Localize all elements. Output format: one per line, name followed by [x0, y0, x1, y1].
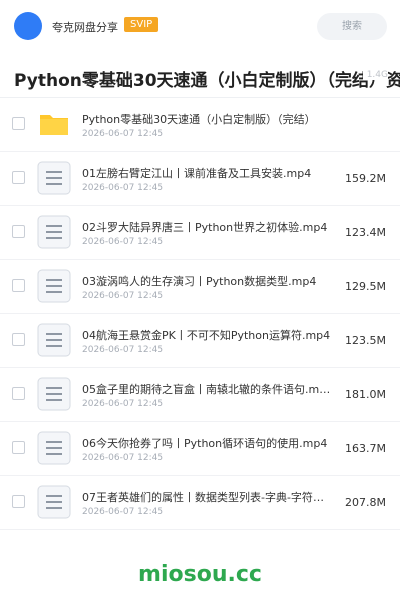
file-date: 2026-06-07 12:45 — [82, 345, 164, 355]
file-row[interactable]: 07王者英雄们的属性丨数据类型列表-字典-字符串.mp4 2026-06-07 1… — [0, 476, 400, 530]
file-size: 163.7M — [345, 442, 386, 455]
search-input[interactable]: 搜索 — [317, 13, 387, 40]
file-size: 123.4M — [345, 226, 386, 239]
file-date: 2026-06-07 12:45 — [82, 507, 164, 517]
row-checkbox[interactable] — [12, 117, 25, 130]
file-name[interactable]: 07王者英雄们的属性丨数据类型列表-字典-字符串.mp4 — [82, 489, 332, 505]
file-date: 2026-06-07 12:45 — [82, 129, 164, 139]
avatar[interactable] — [14, 12, 42, 40]
file-row[interactable]: 04航海王悬赏金PK丨不可不知Python运算符.mp4 2026-06-07 1… — [0, 314, 400, 368]
file-name[interactable]: 02斗罗大陆异界唐三丨Python世界之初体验.mp4 — [82, 219, 332, 235]
row-checkbox[interactable] — [12, 225, 25, 238]
row-checkbox[interactable] — [12, 333, 25, 346]
file-date: 2026-06-07 12:45 — [82, 399, 164, 409]
row-checkbox[interactable] — [12, 171, 25, 184]
share-title-row: Python零基础30天速通（小白定制版）（完结）资源 1.4G — [0, 52, 400, 98]
file-date: 2026-06-07 12:45 — [82, 183, 164, 193]
file-date: 2026-06-07 12:45 — [82, 291, 164, 301]
row-checkbox[interactable] — [12, 441, 25, 454]
document-icon — [37, 377, 71, 411]
file-size: 159.2M — [345, 172, 386, 185]
file-size: 207.8M — [345, 496, 386, 509]
file-row[interactable]: 02斗罗大陆异界唐三丨Python世界之初体验.mp4 2026-06-07 12… — [0, 206, 400, 260]
document-icon — [37, 485, 71, 519]
brand-name: 夸克网盘分享 — [52, 21, 118, 34]
file-size: 181.0M — [345, 388, 386, 401]
folder-row[interactable]: Python零基础30天速通（小白定制版）（完结） 2026-06-07 12:4… — [0, 98, 400, 152]
svip-badge[interactable]: SVIP — [124, 17, 159, 32]
file-name[interactable]: 03漩涡鸣人的生存演习丨Python数据类型.mp4 — [82, 273, 332, 289]
document-icon — [37, 323, 71, 357]
file-size: 129.5M — [345, 280, 386, 293]
top-bar: 夸克网盘分享 SVIP 搜索 — [0, 0, 400, 52]
file-name[interactable]: 04航海王悬赏金PK丨不可不知Python运算符.mp4 — [82, 327, 332, 343]
file-date: 2026-06-07 12:45 — [82, 453, 164, 463]
file-name[interactable]: 01左膀右臂定江山丨课前准备及工具安装.mp4 — [82, 165, 332, 181]
file-row[interactable]: 06今天你抢券了吗丨Python循环语句的使用.mp4 2026-06-07 12… — [0, 422, 400, 476]
document-icon — [37, 161, 71, 195]
row-checkbox[interactable] — [12, 279, 25, 292]
page-title: Python零基础30天速通（小白定制版）（完结）资源 — [14, 71, 400, 91]
file-list: Python零基础30天速通（小白定制版）（完结） 2026-06-07 12:4… — [0, 98, 400, 530]
file-row[interactable]: 05盒子里的期待之盲盒丨南辕北辙的条件语句.mp4 2026-06-07 12:4… — [0, 368, 400, 422]
row-checkbox[interactable] — [12, 387, 25, 400]
row-checkbox[interactable] — [12, 495, 25, 508]
file-name[interactable]: 06今天你抢券了吗丨Python循环语句的使用.mp4 — [82, 435, 332, 451]
document-icon — [37, 431, 71, 465]
file-name[interactable]: 05盒子里的期待之盲盒丨南辕北辙的条件语句.mp4 — [82, 381, 332, 397]
file-size: 123.5M — [345, 334, 386, 347]
file-name[interactable]: Python零基础30天速通（小白定制版）（完结） — [82, 111, 332, 127]
document-icon — [37, 215, 71, 249]
total-size: 1.4G — [362, 70, 388, 80]
folder-icon — [37, 107, 71, 141]
site-watermark: miosou.cc — [138, 562, 262, 587]
document-icon — [37, 269, 71, 303]
file-row[interactable]: 01左膀右臂定江山丨课前准备及工具安装.mp4 2026-06-07 12:45 1… — [0, 152, 400, 206]
file-date: 2026-06-07 12:45 — [82, 237, 164, 247]
file-row[interactable]: 03漩涡鸣人的生存演习丨Python数据类型.mp4 2026-06-07 12:… — [0, 260, 400, 314]
